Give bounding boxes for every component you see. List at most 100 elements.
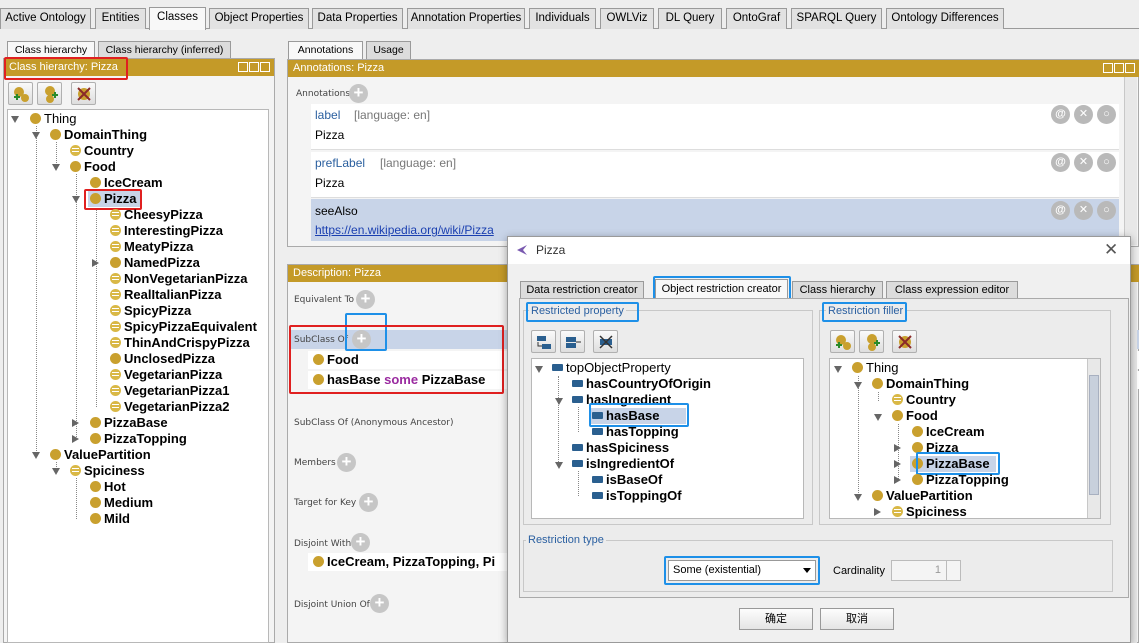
tree-node-namedpizza[interactable]: NamedPizza: [110, 255, 200, 271]
add-equivalent-button[interactable]: +: [356, 290, 375, 309]
tab-active-ontology[interactable]: Active Ontology: [0, 8, 91, 29]
toggle-filler-spiciness[interactable]: [874, 508, 881, 516]
tree-node-thing[interactable]: Thing: [30, 111, 77, 127]
ok-button[interactable]: 确定: [739, 608, 813, 630]
add-sub-property-button[interactable]: [531, 330, 556, 353]
add-subclass-button[interactable]: [8, 82, 33, 105]
filler-scrollbar-thumb[interactable]: [1089, 375, 1099, 495]
toggle-filler-thing[interactable]: [834, 366, 842, 373]
filler-node-spiciness[interactable]: Spiciness: [892, 504, 967, 520]
toggle-pizzabase[interactable]: [72, 419, 79, 427]
subtab-annotations[interactable]: Annotations: [288, 41, 363, 59]
tab-annotation-properties[interactable]: Annotation Properties: [407, 8, 525, 29]
tab-object-properties[interactable]: Object Properties: [209, 8, 309, 29]
edit-icon[interactable]: ○: [1097, 105, 1116, 124]
filler-add-sibling-button[interactable]: [859, 330, 884, 353]
tree-node-food[interactable]: Food: [70, 159, 116, 175]
tree-node-spiciness[interactable]: Spiciness: [70, 463, 145, 479]
delete-icon[interactable]: ✕: [1074, 201, 1093, 220]
filler-node-valuepartition[interactable]: ValuePartition: [872, 488, 973, 504]
filler-node-country[interactable]: Country: [892, 392, 956, 408]
annotation-row-label[interactable]: [311, 104, 1119, 150]
tree-node-vegetarianpizza2[interactable]: VegetarianPizza2: [110, 399, 230, 415]
cardinality-spinner[interactable]: 1: [891, 560, 961, 581]
tree-node-valuepartition[interactable]: ValuePartition: [50, 447, 151, 463]
cancel-button[interactable]: 取消: [820, 608, 894, 630]
tree-node-vegetarianpizza1[interactable]: VegetarianPizza1: [110, 383, 230, 399]
annotate-icon[interactable]: @: [1051, 153, 1070, 172]
toggle-hasingredient[interactable]: [555, 398, 563, 405]
tree-node-country[interactable]: Country: [70, 143, 134, 159]
dialog-tab-class-expression[interactable]: Class expression editor: [886, 281, 1018, 298]
toggle-valuepartition[interactable]: [32, 452, 40, 459]
tree-node-pizzabase[interactable]: PizzaBase: [90, 415, 168, 431]
toggle-filler-valuepartition[interactable]: [854, 494, 862, 501]
toggle-domainthing[interactable]: [32, 132, 40, 139]
filler-delete-class-button[interactable]: [892, 330, 917, 353]
tree-node-hot[interactable]: Hot: [90, 479, 126, 495]
tab-ontology-differences[interactable]: Ontology Differences: [886, 8, 1004, 29]
prop-node-isbaseof[interactable]: isBaseOf: [592, 472, 662, 488]
tab-owlviz[interactable]: OWLViz: [600, 8, 654, 29]
annotations-scrollbar[interactable]: [1124, 77, 1137, 245]
delete-icon[interactable]: ✕: [1074, 153, 1093, 172]
filler-add-subclass-button[interactable]: [830, 330, 855, 353]
prop-node-istoppingof[interactable]: isToppingOf: [592, 488, 682, 504]
tree-node-domainthing[interactable]: DomainThing: [50, 127, 147, 143]
annotate-icon[interactable]: @: [1051, 201, 1070, 220]
prop-node-hastopping[interactable]: hasTopping: [592, 424, 679, 440]
add-disjoint-union-button[interactable]: +: [370, 594, 389, 613]
delete-class-button[interactable]: [71, 82, 96, 105]
spinner-arrows-icon[interactable]: [946, 561, 960, 580]
annotate-icon[interactable]: @: [1051, 105, 1070, 124]
tree-node-interestingpizza[interactable]: InterestingPizza: [110, 223, 223, 239]
toggle-filler-pizzatopping[interactable]: [894, 476, 901, 484]
tree-node-unclosedpizza[interactable]: UnclosedPizza: [110, 351, 215, 367]
edit-icon[interactable]: ○: [1097, 153, 1116, 172]
tree-node-meatypizza[interactable]: MeatyPizza: [110, 239, 193, 255]
filler-node-thing[interactable]: Thing: [852, 360, 899, 376]
toggle-thing[interactable]: [11, 116, 19, 123]
add-annotation-button[interactable]: +: [349, 84, 368, 103]
prop-node-isingredientof[interactable]: isIngredientOf: [572, 456, 674, 472]
add-disjoint-button[interactable]: +: [351, 533, 370, 552]
edit-icon[interactable]: ○: [1097, 201, 1116, 220]
toggle-pizza[interactable]: [72, 196, 80, 203]
add-sibling-class-button[interactable]: [37, 82, 62, 105]
tab-dl-query[interactable]: DL Query: [658, 8, 722, 29]
delete-icon[interactable]: ✕: [1074, 105, 1093, 124]
tree-node-nonvegetarianpizza[interactable]: NonVegetarianPizza: [110, 271, 248, 287]
tab-data-properties[interactable]: Data Properties: [312, 8, 403, 29]
add-key-button[interactable]: +: [359, 493, 378, 512]
panel-window-buttons[interactable]: [238, 62, 270, 72]
tab-sparql-query[interactable]: SPARQL Query: [791, 8, 882, 29]
filler-node-food[interactable]: Food: [892, 408, 938, 424]
tab-ontograf[interactable]: OntoGraf: [726, 8, 787, 29]
tab-individuals[interactable]: Individuals: [529, 8, 596, 29]
prop-node-topobjectproperty[interactable]: topObjectProperty: [552, 360, 671, 376]
tree-node-cheesypizza[interactable]: CheesyPizza: [110, 207, 203, 223]
toggle-filler-domainthing[interactable]: [854, 382, 862, 389]
tab-entities[interactable]: Entities: [95, 8, 146, 29]
toggle-filler-pizza[interactable]: [894, 444, 901, 452]
prop-node-hasspiciness[interactable]: hasSpiciness: [572, 440, 669, 456]
toggle-spiciness[interactable]: [52, 468, 60, 475]
subtab-usage[interactable]: Usage: [366, 41, 411, 59]
tree-node-mild[interactable]: Mild: [90, 511, 130, 527]
filler-node-domainthing[interactable]: DomainThing: [872, 376, 969, 392]
dialog-close-icon[interactable]: ✕: [1104, 240, 1118, 260]
annotation-link[interactable]: https://en.wikipedia.org/wiki/Pizza: [315, 223, 494, 237]
delete-property-button[interactable]: [593, 330, 618, 353]
tree-node-vegetarianpizza[interactable]: VegetarianPizza: [110, 367, 222, 383]
tree-node-medium[interactable]: Medium: [90, 495, 153, 511]
dialog-tab-class-hierarchy[interactable]: Class hierarchy: [792, 281, 883, 298]
toggle-isingredientof[interactable]: [555, 462, 563, 469]
tree-node-pizzatopping[interactable]: PizzaTopping: [90, 431, 187, 447]
filler-node-icecream[interactable]: IceCream: [912, 424, 985, 440]
tree-node-thinandcrispypizza[interactable]: ThinAndCrispyPizza: [110, 335, 250, 351]
prop-node-hascountryoforigin[interactable]: hasCountryOfOrigin: [572, 376, 711, 392]
tree-node-realitalianpizza[interactable]: RealItalianPizza: [110, 287, 222, 303]
toggle-pizzatopping[interactable]: [72, 435, 79, 443]
panel-window-buttons[interactable]: [1103, 63, 1135, 73]
tree-node-spicypizzaequivalent[interactable]: SpicyPizzaEquivalent: [110, 319, 257, 335]
